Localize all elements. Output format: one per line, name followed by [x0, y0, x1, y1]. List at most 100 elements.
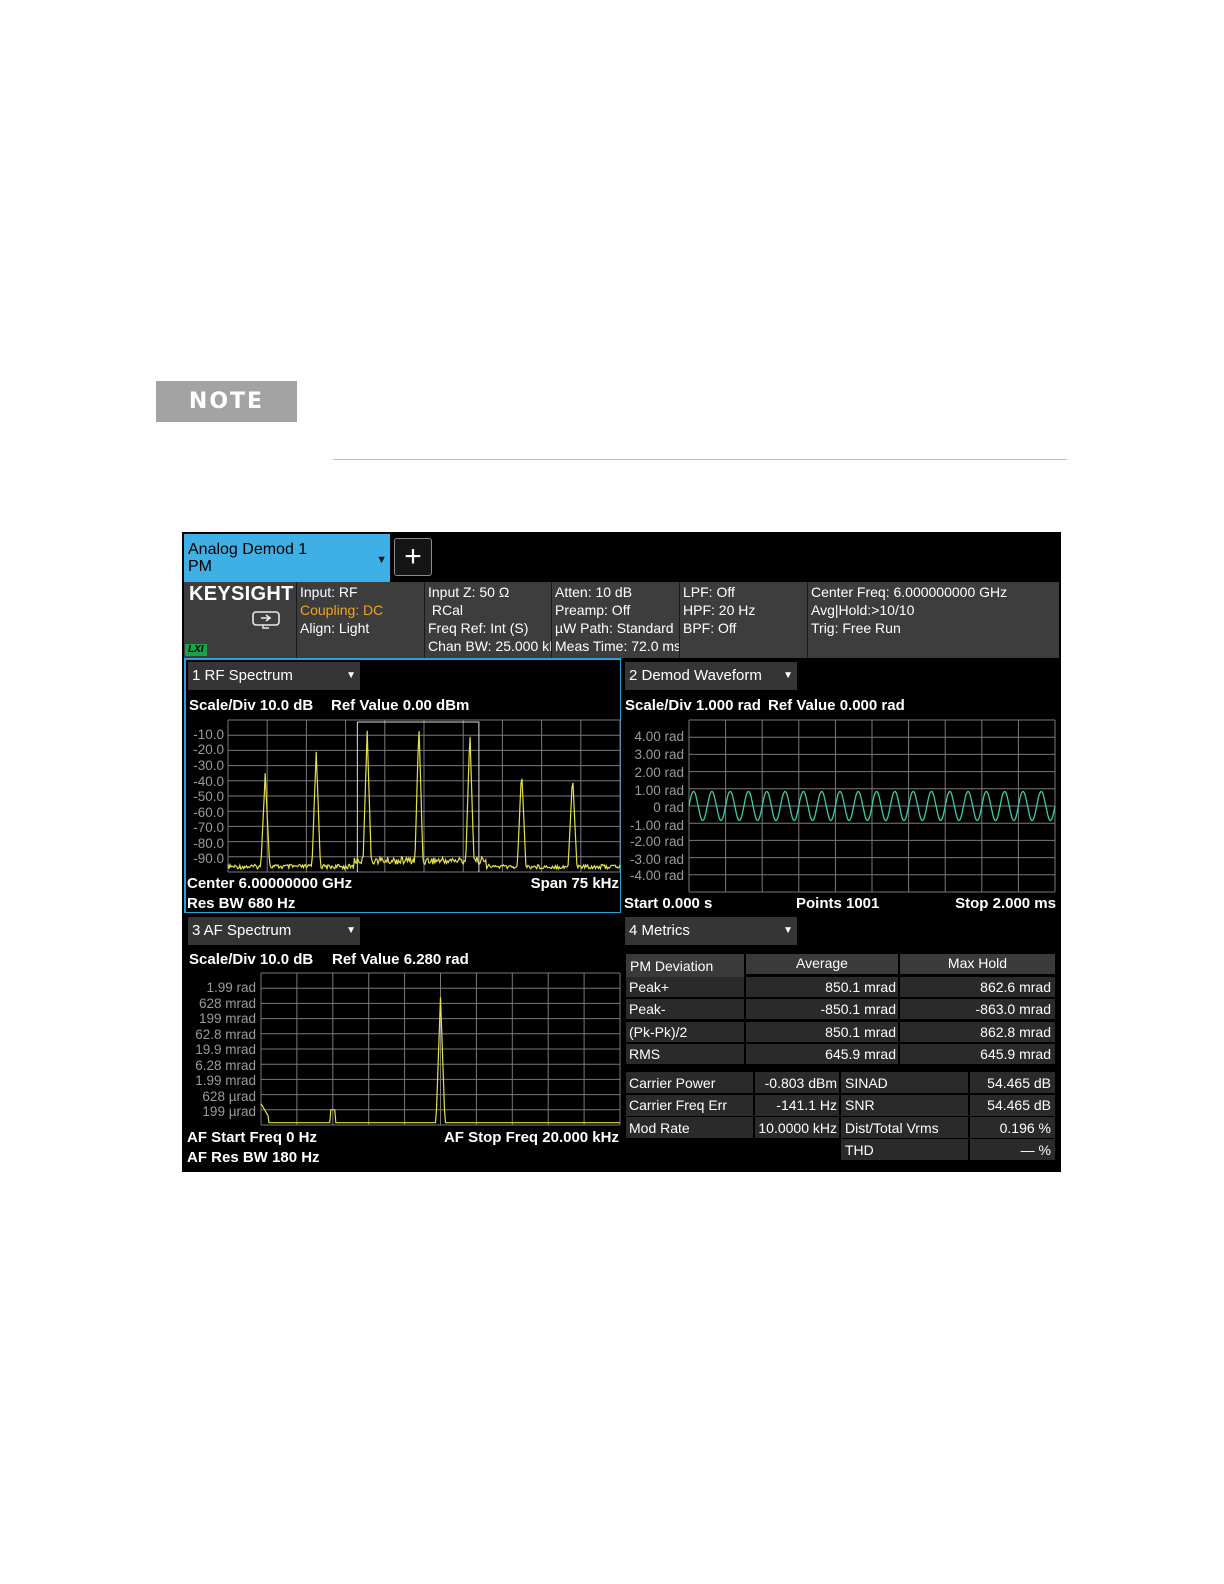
af-y-label: 1.99 mrad	[195, 1073, 256, 1088]
uw-path-setting: µW Path: Standard	[555, 620, 674, 636]
lpf-setting: LPF: Off	[683, 584, 735, 600]
rf-y-label: -80.0	[193, 836, 224, 851]
af-start-freq: AF Start Freq 0 Hz	[187, 1129, 318, 1146]
align-setting: Align: Light	[300, 620, 370, 636]
demod-ref-value: Ref Value 0.000 rad	[768, 697, 905, 714]
deviation-row-label: RMS	[629, 1046, 661, 1062]
lxi-badge: LXI	[185, 644, 207, 656]
metric-value: 54.465 dB	[987, 1097, 1051, 1113]
af-y-label: 199 µrad	[202, 1104, 256, 1119]
demod-waveform-window[interactable]: 2 Demod Waveform ▼ Scale/Div 1.000 rad R…	[621, 658, 1059, 914]
af-y-label: 6.28 mrad	[195, 1058, 256, 1073]
demod-stop: Stop 2.000 ms	[955, 895, 1056, 912]
af-y-label: 1.99 rad	[206, 980, 256, 995]
rf-ref-value: Ref Value 0.00 dBm	[331, 697, 470, 714]
add-screen-button[interactable]: +	[394, 538, 432, 576]
demod-y-label: -1.00 rad	[629, 818, 684, 833]
rf-center-freq: Center 6.00000000 GHz	[187, 875, 353, 892]
metric-label: Carrier Freq Err	[629, 1097, 728, 1113]
filter-settings[interactable]: LPF: Off HPF: 20 Hz BPF: Off	[680, 582, 808, 658]
avg-hold-setting: Avg|Hold:>10/10	[811, 602, 915, 618]
rf-y-label: -60.0	[193, 805, 224, 820]
demod-y-label: 0 rad	[653, 800, 684, 815]
atten-setting: Atten: 10 dB	[555, 584, 633, 600]
demod-y-label: -2.00 rad	[629, 834, 684, 849]
rf-span: Span 75 kHz	[530, 875, 619, 892]
af-y-label: 62.8 mrad	[195, 1027, 256, 1042]
instrument-screenshot: Analog Demod 1 PM ▼ + KEYSIGHT LXI Input…	[182, 532, 1061, 1172]
input-z-setting: Input Z: 50 Ω	[428, 584, 510, 600]
section-rule	[333, 459, 1067, 460]
input-settings[interactable]: Input: RF Coupling: DC Align: Light	[297, 582, 425, 658]
demod-points: Points 1001	[796, 895, 880, 912]
metric-label: Mod Rate	[629, 1120, 690, 1136]
atten-settings[interactable]: Atten: 10 dB Preamp: Off µW Path: Standa…	[552, 582, 680, 658]
demod-waveform-plot[interactable]	[688, 719, 1056, 893]
center-freq-setting: Center Freq: 6.000000000 GHz	[811, 584, 1008, 600]
remote-display-icon[interactable]	[252, 611, 280, 629]
rf-y-label: -20.0	[193, 742, 224, 757]
demod-title: 2 Demod Waveform	[629, 667, 762, 684]
metric-value: -0.803 dBm	[764, 1075, 837, 1091]
rf-spectrum-title: 1 RF Spectrum	[192, 667, 293, 684]
metric-label: THD	[845, 1142, 874, 1158]
rf-y-label: -70.0	[193, 820, 224, 835]
hpf-setting: HPF: 20 Hz	[683, 602, 756, 618]
metrics-title: 4 Metrics	[629, 922, 690, 939]
tab-dropdown-icon[interactable]: ▼	[376, 552, 387, 569]
af-stop-freq: AF Stop Freq 20.000 kHz	[443, 1129, 619, 1146]
input-z-settings[interactable]: Input Z: 50 Ω RCal Freq Ref: Int (S) Cha…	[425, 582, 552, 658]
af-y-label: 19.9 mrad	[195, 1042, 256, 1057]
rcal-setting: RCal	[428, 602, 464, 618]
rf-spectrum-plot[interactable]	[227, 719, 621, 873]
deviation-row-label: Peak-	[629, 1001, 666, 1017]
freq-ref-setting: Freq Ref: Int (S)	[428, 620, 529, 636]
demod-y-label: 3.00 rad	[634, 747, 684, 762]
deviation-row-max: 862.6 mrad	[980, 979, 1051, 995]
metrics-title-dropdown[interactable]: 4 Metrics ▼	[625, 917, 797, 945]
deviation-row-label: (Pk-Pk)/2	[629, 1024, 688, 1040]
demod-y-label: -3.00 rad	[629, 852, 684, 867]
af-y-label: 628 mrad	[198, 996, 256, 1011]
tab-analog-demod[interactable]: Analog Demod 1 PM ▼	[184, 534, 390, 582]
metric-label: SINAD	[845, 1075, 888, 1091]
bpf-setting: BPF: Off	[683, 620, 737, 636]
rf-scale-div: Scale/Div 10.0 dB	[189, 697, 314, 714]
average-header: Average	[796, 955, 848, 971]
deviation-row-label: Peak+	[629, 979, 670, 995]
coupling-setting: Coupling: DC	[300, 602, 384, 618]
metric-value: 0.196 %	[999, 1120, 1051, 1136]
af-spectrum-title: 3 AF Spectrum	[192, 922, 292, 939]
rf-spectrum-title-dropdown[interactable]: 1 RF Spectrum ▼	[188, 662, 360, 690]
af-spectrum-title-dropdown[interactable]: 3 AF Spectrum ▼	[188, 917, 360, 945]
af-y-label: 628 µrad	[202, 1089, 256, 1104]
settings-panel: KEYSIGHT LXI Input: RF Coupling: DC Alig…	[184, 582, 1059, 658]
metric-value: -141.1 Hz	[776, 1097, 837, 1113]
rf-y-label: -50.0	[193, 789, 224, 804]
deviation-row-average: 645.9 mrad	[825, 1046, 896, 1062]
demod-y-label: 1.00 rad	[634, 783, 684, 798]
rf-y-label: -90.0	[193, 851, 224, 866]
deviation-row-average: 850.1 mrad	[825, 979, 896, 995]
freq-settings[interactable]: Center Freq: 6.000000000 GHz Avg|Hold:>1…	[808, 582, 1059, 658]
rf-spectrum-window[interactable]: 1 RF Spectrum ▼ Scale/Div 10.0 dB Ref Va…	[184, 658, 622, 914]
af-spectrum-plot[interactable]	[260, 972, 621, 1126]
demod-title-dropdown[interactable]: 2 Demod Waveform ▼	[625, 662, 797, 690]
deviation-row-average: -850.1 mrad	[820, 1001, 896, 1017]
metric-label: Carrier Power	[629, 1075, 716, 1091]
chevron-down-icon: ▼	[346, 925, 356, 936]
chevron-down-icon: ▼	[783, 670, 793, 681]
rf-res-bw: Res BW 680 Hz	[187, 895, 296, 912]
meas-time-setting: Meas Time: 72.0 ms	[555, 638, 680, 654]
demod-scale-div: Scale/Div 1.000 rad	[625, 697, 761, 714]
metrics-window[interactable]: 4 Metrics ▼ PM Deviation Average Max Hol…	[621, 913, 1059, 1169]
demod-y-label: 2.00 rad	[634, 765, 684, 780]
chevron-down-icon: ▼	[783, 925, 793, 936]
demod-start: Start 0.000 s	[624, 895, 713, 912]
af-ref-value: Ref Value 6.280 rad	[332, 951, 469, 968]
deviation-row-max: 645.9 mrad	[980, 1046, 1051, 1062]
metric-value: — %	[1020, 1142, 1051, 1158]
metric-value: 54.465 dB	[987, 1075, 1051, 1091]
af-spectrum-window[interactable]: 3 AF Spectrum ▼ Scale/Div 10.0 dB Ref Va…	[184, 913, 622, 1169]
tab-label-line1: Analog Demod 1	[188, 541, 308, 558]
